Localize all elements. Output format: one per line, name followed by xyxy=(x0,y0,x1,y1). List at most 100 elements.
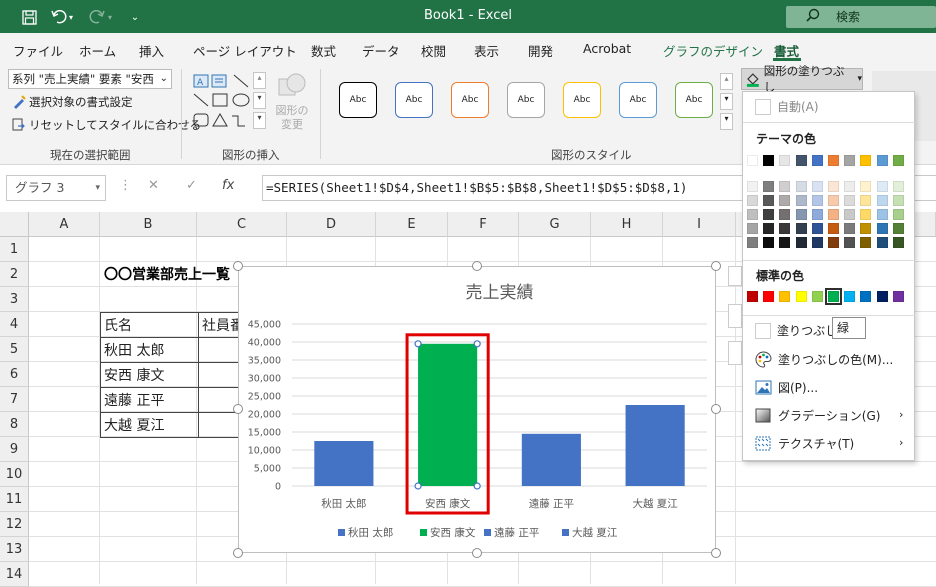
theme-shade-swatch[interactable] xyxy=(860,209,872,220)
sheet-title-cell[interactable]: 〇〇営業部売上一覧 xyxy=(104,263,230,288)
shape-style-5[interactable]: Abc xyxy=(563,82,601,118)
undo-dropdown-icon[interactable]: ▾ xyxy=(66,6,76,28)
customize-toolbar-icon[interactable]: ⌄ xyxy=(124,6,146,28)
chart-resize-handle[interactable] xyxy=(711,404,721,414)
tab-acrobat[interactable]: Acrobat xyxy=(583,41,631,56)
theme-shade-swatch[interactable] xyxy=(763,223,775,234)
standard-color-swatch[interactable] xyxy=(795,291,807,302)
theme-shade-swatch[interactable] xyxy=(779,181,791,192)
theme-shade-swatch[interactable] xyxy=(828,209,839,220)
column-header-B[interactable]: B xyxy=(100,212,197,237)
theme-shade-swatch[interactable] xyxy=(763,209,775,220)
styles-scroll-up[interactable]: ▴ xyxy=(720,73,733,90)
row-header-4[interactable]: 4 xyxy=(0,312,29,337)
theme-shade-swatch[interactable] xyxy=(763,195,775,206)
row-header-13[interactable]: 13 xyxy=(0,537,29,562)
column-header-I[interactable]: I xyxy=(663,212,736,237)
bar-1[interactable] xyxy=(314,441,374,486)
tab-insert[interactable]: 挿入 xyxy=(139,41,164,60)
name-cell[interactable]: 秋田 太郎 xyxy=(100,337,199,363)
shapes-more[interactable]: ▾ xyxy=(253,112,266,129)
cancel-icon[interactable]: ✕ xyxy=(148,178,159,193)
row-header-14[interactable]: 14 xyxy=(0,562,29,587)
standard-color-swatch[interactable] xyxy=(860,291,872,302)
shapes-scroll-down[interactable]: ▾ xyxy=(253,92,266,109)
more-fill-colors-item[interactable]: 塗りつぶしの色(M)... xyxy=(755,351,893,368)
theme-color-swatch[interactable] xyxy=(779,155,791,166)
shapes-gallery[interactable]: A xyxy=(192,72,254,130)
name-cell[interactable]: 遠藤 正平 xyxy=(100,387,199,413)
chart-resize-handle[interactable] xyxy=(711,261,721,271)
row-header-9[interactable]: 9 xyxy=(0,437,29,462)
theme-shade-swatch[interactable] xyxy=(876,223,888,234)
standard-color-swatch[interactable] xyxy=(844,291,856,302)
chart-resize-handle[interactable] xyxy=(233,261,243,271)
theme-shade-swatch[interactable] xyxy=(747,181,758,192)
header-name-cell[interactable]: 氏名 xyxy=(100,312,199,338)
tab-page-layout[interactable]: ページ レイアウト xyxy=(193,41,297,60)
theme-shade-swatch[interactable] xyxy=(747,237,758,248)
insert-function-icon[interactable]: fx xyxy=(222,178,234,193)
chart-styles-button[interactable] xyxy=(728,304,742,328)
row-header-2[interactable]: 2 xyxy=(0,262,29,287)
standard-color-swatch[interactable] xyxy=(876,291,888,302)
name-cell[interactable]: 安西 康文 xyxy=(100,362,199,388)
row-header-11[interactable]: 11 xyxy=(0,487,29,512)
theme-shade-swatch[interactable] xyxy=(892,195,904,206)
theme-color-swatch[interactable] xyxy=(747,155,758,166)
shape-fill-button[interactable]: 図形の塗りつぶし ▾ xyxy=(741,64,863,94)
theme-shade-swatch[interactable] xyxy=(795,181,807,192)
theme-shade-swatch[interactable] xyxy=(811,209,823,220)
theme-shade-swatch[interactable] xyxy=(811,181,823,192)
chart-resize-handle[interactable] xyxy=(472,548,482,558)
theme-shade-swatch[interactable] xyxy=(828,195,839,206)
standard-color-swatch[interactable] xyxy=(779,291,791,302)
row-header-12[interactable]: 12 xyxy=(0,512,29,537)
tab-view[interactable]: 表示 xyxy=(474,41,499,60)
chart-resize-handle[interactable] xyxy=(233,548,243,558)
tab-home[interactable]: ホーム xyxy=(79,41,116,60)
column-header-G[interactable]: G xyxy=(519,212,591,237)
theme-shade-swatch[interactable] xyxy=(844,237,856,248)
theme-shade-swatch[interactable] xyxy=(779,209,791,220)
theme-shade-swatch[interactable] xyxy=(844,181,856,192)
styles-more[interactable]: ▾ xyxy=(720,113,733,130)
theme-shade-swatch[interactable] xyxy=(828,223,839,234)
theme-shade-swatch[interactable] xyxy=(747,223,758,234)
column-header-A[interactable]: A xyxy=(29,212,100,237)
chart-resize-handle[interactable] xyxy=(233,404,243,414)
theme-shade-swatch[interactable] xyxy=(811,237,823,248)
standard-color-swatch[interactable] xyxy=(747,291,758,302)
chart-filters-button[interactable] xyxy=(728,341,742,365)
theme-shade-swatch[interactable] xyxy=(811,195,823,206)
tab-file[interactable]: ファイル xyxy=(13,41,63,60)
theme-shade-swatch[interactable] xyxy=(779,237,791,248)
shape-style-7[interactable]: Abc xyxy=(675,82,713,118)
shape-style-4[interactable]: Abc xyxy=(507,82,545,118)
theme-shade-swatch[interactable] xyxy=(844,223,856,234)
standard-color-swatch[interactable] xyxy=(811,291,823,302)
auto-fill-item[interactable]: 自動(A) xyxy=(755,98,819,115)
row-header-10[interactable]: 10 xyxy=(0,462,29,487)
column-header-F[interactable]: F xyxy=(448,212,519,237)
tab-formulas[interactable]: 数式 xyxy=(311,41,336,60)
theme-shade-swatch[interactable] xyxy=(892,181,904,192)
row-header-1[interactable]: 1 xyxy=(0,237,29,262)
theme-shade-swatch[interactable] xyxy=(876,209,888,220)
row-header-8[interactable]: 8 xyxy=(0,412,29,437)
redo-dropdown-icon[interactable]: ▾ xyxy=(105,6,115,28)
theme-shade-swatch[interactable] xyxy=(795,195,807,206)
theme-shade-swatch[interactable] xyxy=(779,223,791,234)
tab-developer[interactable]: 開発 xyxy=(528,41,553,60)
column-header-H[interactable]: H xyxy=(591,212,663,237)
chart-element-select[interactable]: 系列 "売上実績" 要素 "安西 ⌄ xyxy=(8,69,172,89)
bar-2[interactable] xyxy=(418,343,478,486)
theme-shade-swatch[interactable] xyxy=(795,223,807,234)
shapes-scroll-up[interactable]: ▴ xyxy=(253,72,266,89)
tab-chart-design[interactable]: グラフのデザイン xyxy=(663,41,763,60)
theme-shade-swatch[interactable] xyxy=(892,237,904,248)
theme-color-swatch[interactable] xyxy=(876,155,888,166)
theme-shade-swatch[interactable] xyxy=(763,237,775,248)
standard-color-swatch[interactable] xyxy=(763,291,775,302)
save-icon[interactable] xyxy=(18,6,40,28)
